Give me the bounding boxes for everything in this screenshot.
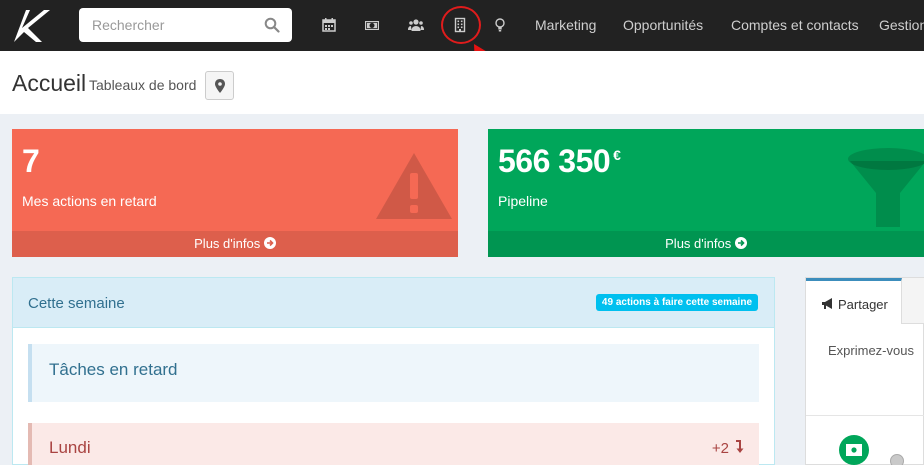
page-subtitle: Tableaux de bord (89, 77, 197, 93)
divider (806, 415, 924, 416)
more-info-label: Plus d'infos (665, 236, 732, 251)
tab-partager[interactable]: Partager (806, 278, 902, 324)
tab-partager-label: Partager (838, 297, 888, 312)
pipeline-value: 566 350 € (498, 143, 621, 179)
late-tasks-section[interactable]: Tâches en retard (28, 344, 759, 402)
level-down-icon (736, 440, 744, 453)
pipeline-more-link[interactable]: Plus d'infos (488, 231, 924, 257)
calendar-icon[interactable] (321, 17, 337, 33)
this-week-title: Cette semaine (28, 295, 125, 312)
search-input[interactable] (79, 8, 259, 42)
more-info-label: Plus d'infos (194, 236, 261, 251)
search-icon[interactable] (264, 17, 280, 33)
pipeline-label: Pipeline (498, 193, 548, 209)
money-badge (839, 435, 869, 465)
day-section-lundi[interactable]: Lundi +2 (28, 423, 759, 465)
share-panel: Partager Exprimez-vous (805, 277, 924, 465)
app-logo[interactable] (8, 6, 52, 44)
page-title: Accueil (12, 70, 87, 96)
warning-icon (376, 153, 452, 219)
this-week-header: Cette semaine 49 actions à faire cette s… (13, 278, 774, 328)
pin-button[interactable] (205, 71, 234, 100)
bullhorn-icon (822, 298, 832, 309)
nav-comptes-contacts[interactable]: Comptes et contacts (731, 17, 859, 33)
page-header: Accueil Tableaux de bord (0, 51, 924, 114)
lightbulb-icon[interactable] (492, 17, 508, 33)
late-actions-count: 7 (22, 143, 40, 179)
nav-opportunites[interactable]: Opportunités (623, 17, 703, 33)
share-input-placeholder[interactable]: Exprimez-vous (828, 343, 914, 358)
search-box (79, 8, 292, 42)
day-count: +2 (711, 440, 729, 457)
nav-gestion[interactable]: Gestion (879, 17, 924, 33)
users-icon[interactable] (408, 17, 424, 33)
top-navbar: Marketing Opportunités Comptes et contac… (0, 0, 924, 51)
money-icon (846, 444, 862, 456)
late-tasks-label: Tâches en retard (49, 360, 178, 379)
pipeline-box: 566 350 € Pipeline Plus d'infos (488, 129, 924, 257)
late-actions-label: Mes actions en retard (22, 193, 157, 209)
actions-count-badge: 49 actions à faire cette semaine (595, 294, 758, 311)
day-name: Lundi (49, 438, 91, 457)
money-icon[interactable] (364, 17, 380, 33)
nav-marketing[interactable]: Marketing (535, 17, 596, 33)
funnel-icon (848, 148, 924, 227)
this-week-panel: Cette semaine 49 actions à faire cette s… (12, 277, 775, 465)
late-actions-more-link[interactable]: Plus d'infos (12, 231, 458, 257)
map-marker-icon (215, 79, 225, 93)
highlight-circle (441, 6, 481, 44)
arrow-circle-right-icon (734, 237, 747, 249)
avatar[interactable] (890, 454, 904, 465)
tab-strip (902, 278, 924, 324)
late-actions-box: 7 Mes actions en retard Plus d'infos (12, 129, 458, 257)
arrow-circle-right-icon (263, 237, 276, 249)
